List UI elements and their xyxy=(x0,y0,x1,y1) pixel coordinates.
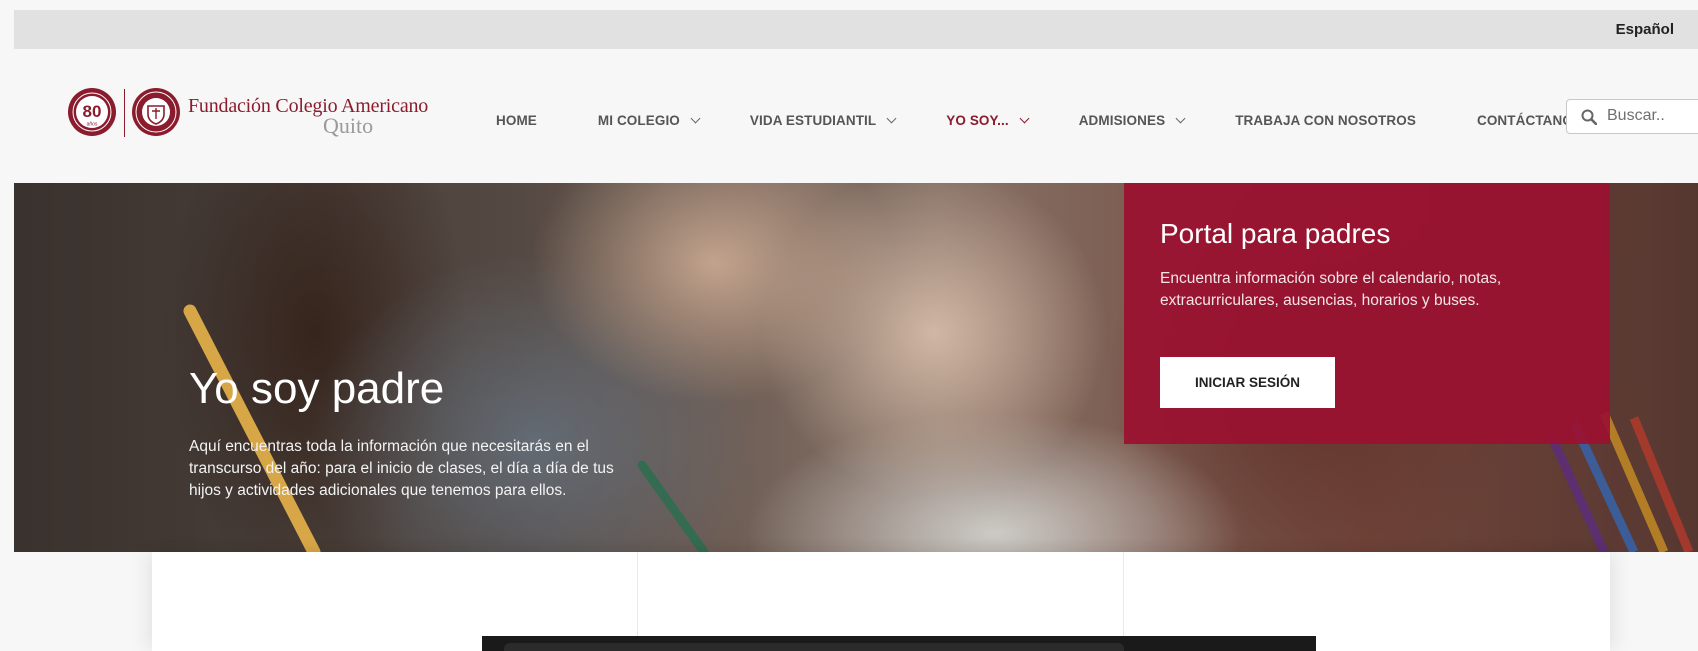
chevron-down-icon xyxy=(1175,113,1186,123)
portal-title: Portal para padres xyxy=(1160,218,1391,249)
brand-city: Quito xyxy=(323,113,374,138)
nav-item-yo-soy[interactable]: YO SOY... xyxy=(946,112,1030,128)
portal-description: Encuentra información sobre el calendari… xyxy=(1160,270,1502,309)
nav-item-mi-colegio[interactable]: MI COLEGIO xyxy=(597,112,701,128)
anniversary-80-logo: 80 años xyxy=(68,88,116,136)
page: Español 80 años Fundación Colegio Americ… xyxy=(0,0,1698,651)
nav-item-home[interactable]: HOME xyxy=(496,113,537,128)
nav-item-admisiones[interactable]: ADMISIONES xyxy=(1078,112,1186,128)
search-input[interactable] xyxy=(1607,100,1698,132)
nav-item-label: HOME xyxy=(496,112,537,128)
site-header: 80 años Fundación Colegio Americano Quit… xyxy=(14,49,1698,183)
video-player[interactable] xyxy=(482,636,1316,651)
chevron-down-icon xyxy=(886,113,897,123)
nav-item-label: YO SOY... xyxy=(946,112,1009,128)
brand-name: Fundación Colegio Americano xyxy=(188,95,429,117)
search-icon xyxy=(1581,109,1597,125)
parent-portal-card: Portal para padres Encuentra información… xyxy=(1124,183,1610,444)
nav-item-label: ADMISIONES xyxy=(1078,112,1166,128)
nav-item-vida-estudiantil[interactable]: VIDA ESTUDIANTIL xyxy=(749,112,897,128)
language-selector[interactable]: Español xyxy=(1616,21,1674,38)
video-frame xyxy=(504,643,1124,651)
language-bar: Español xyxy=(14,10,1698,49)
chevron-down-icon xyxy=(1019,113,1030,123)
chevron-down-icon xyxy=(690,113,701,123)
logo-divider xyxy=(124,89,125,137)
hero-banner: Yo soy padre Aquí encuentras toda la inf… xyxy=(14,183,1698,552)
anniversary-number: 80 xyxy=(83,102,102,121)
hero-description: Aquí encuentras toda la información que … xyxy=(189,438,614,499)
nav-item-label: VIDA ESTUDIANTIL xyxy=(749,112,877,128)
site-logo[interactable]: 80 años Fundación Colegio Americano Quit… xyxy=(67,85,447,141)
school-seal-icon xyxy=(132,88,180,136)
nav-item-trabaja-con-nosotros[interactable]: TRABAJA CON NOSOTROS xyxy=(1235,113,1416,128)
main-nav: HOME MI COLEGIO VIDA ESTUDIANTIL YO SOY.… xyxy=(496,110,1582,130)
nav-item-label: TRABAJA CON NOSOTROS xyxy=(1235,112,1416,128)
content-panel xyxy=(152,552,1610,651)
nav-item-label: MI COLEGIO xyxy=(597,112,680,128)
search-box[interactable] xyxy=(1566,99,1698,134)
anniversary-word: años xyxy=(87,122,98,128)
hero-title: Yo soy padre xyxy=(189,364,445,413)
login-button[interactable]: INICIAR SESIÓN xyxy=(1160,357,1335,408)
